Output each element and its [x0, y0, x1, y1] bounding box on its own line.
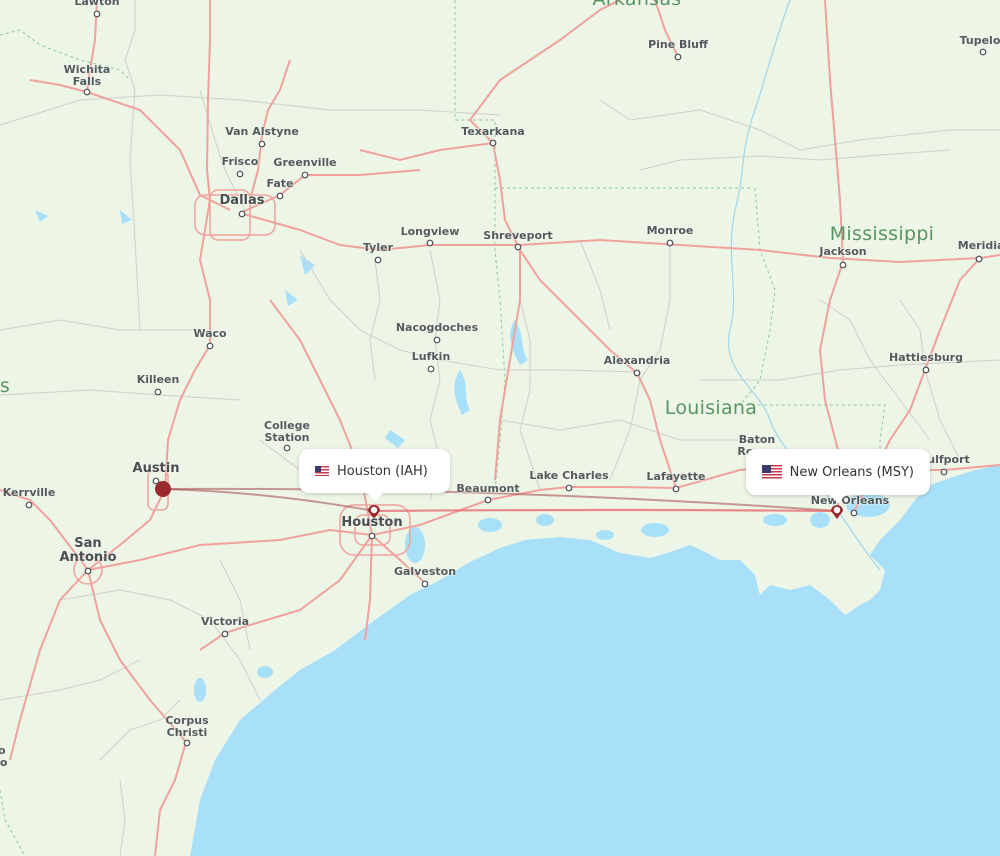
city-label: Lawton	[74, 0, 120, 8]
us-flag-icon	[315, 466, 329, 476]
state-label-louisiana: Louisiana	[664, 397, 758, 419]
city-label: Austin	[132, 461, 180, 476]
city-label: Galveston	[393, 565, 457, 578]
city-label: Van Alstyne	[225, 125, 299, 138]
city-label: Tupelo	[959, 34, 1000, 47]
city-label: Lufkin	[411, 350, 451, 363]
city-label: Corpus Christi	[165, 714, 209, 739]
city-label: Nacogdoches	[395, 321, 479, 334]
city-label: Longview	[400, 225, 460, 238]
state-label-arkansas: Arkansas	[592, 0, 681, 10]
city-label: Victoria	[200, 615, 250, 628]
austin-origin-marker[interactable]	[155, 481, 171, 497]
city-label: Wichita Falls	[63, 63, 111, 88]
gulf-of-mexico	[190, 465, 1000, 856]
city-label: Houston	[341, 515, 403, 530]
city-label: Frisco	[221, 155, 259, 168]
city-label: Killeen	[136, 373, 180, 386]
city-label: Fate	[266, 177, 294, 190]
city-label: Greenville	[273, 156, 337, 169]
state-label-texas-partial: s	[0, 375, 11, 397]
city-label: Meridian	[957, 239, 1000, 252]
city-label: New Orleans	[810, 494, 890, 507]
city-label: Beaumont	[456, 482, 520, 495]
popup-airport-name: New Orleans (MSY)	[789, 464, 914, 480]
city-label: Shreveport	[483, 229, 553, 242]
city-label: Jackson	[819, 245, 867, 258]
city-label: College Station	[264, 419, 310, 444]
city-label: Lafayette	[646, 470, 706, 483]
city-label: Tyler	[362, 241, 394, 254]
us-flag-icon	[762, 465, 782, 479]
city-label: Pine Bluff	[648, 38, 708, 51]
city-label: Waco	[193, 327, 227, 340]
state-label-mississippi: Mississippi	[829, 223, 935, 245]
houston-iah-popup[interactable]: Houston (IAH)	[299, 449, 450, 501]
city-label: San Antonio	[59, 536, 117, 565]
city-label: Hattiesburg	[889, 351, 963, 364]
city-label: Texarkana	[461, 125, 525, 138]
new-orleans-msy-popup[interactable]: New Orleans (MSY)	[746, 449, 930, 503]
flight-route-map[interactable]: Arkansas Mississippi Louisiana s Lawton …	[0, 0, 1000, 856]
city-label: Nuevo Laredo	[0, 744, 8, 769]
city-label: Lake Charles	[529, 469, 609, 482]
city-label: Dallas	[219, 193, 265, 208]
city-label: Monroe	[646, 224, 694, 237]
route-houston-new-orleans	[373, 508, 838, 513]
city-label: Alexandria	[603, 354, 671, 367]
popup-airport-name: Houston (IAH)	[337, 463, 428, 479]
new-orleans-msy-pin[interactable]	[831, 505, 843, 519]
city-label: Kerrville	[2, 486, 56, 499]
